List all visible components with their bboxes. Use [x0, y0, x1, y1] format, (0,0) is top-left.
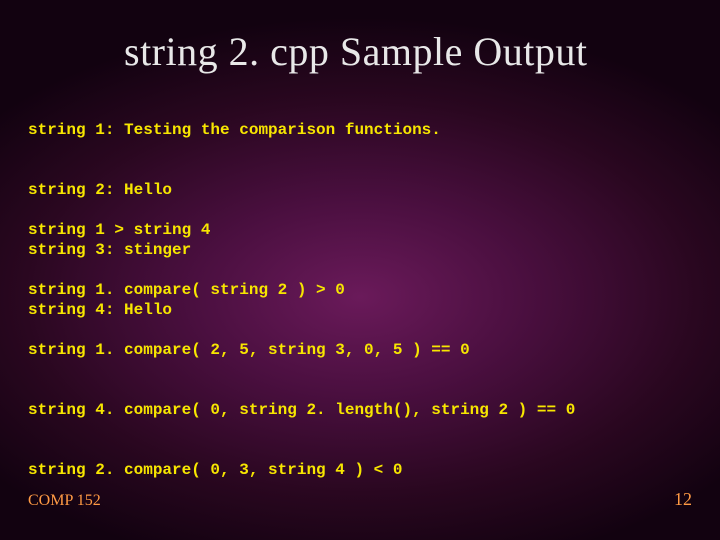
footer-course-code: COMP 152	[28, 492, 101, 510]
code-line: string 1. compare( 2, 5, string 3, 0, 5 …	[28, 340, 575, 360]
footer-page-number: 12	[674, 489, 692, 510]
slide-title: string 2. cpp Sample Output	[124, 28, 587, 75]
code-line: string 1. compare( string 2 ) > 0	[28, 280, 575, 300]
code-line: string 4. compare( 0, string 2. length()…	[28, 400, 575, 420]
code-block-2: string 1 > string 4 string 1. compare( s…	[28, 180, 575, 500]
code-line: string 1: Testing the comparison functio…	[28, 120, 441, 140]
code-line: string 2. compare( 0, 3, string 4 ) < 0	[28, 460, 575, 480]
code-line: string 1 > string 4	[28, 220, 575, 240]
